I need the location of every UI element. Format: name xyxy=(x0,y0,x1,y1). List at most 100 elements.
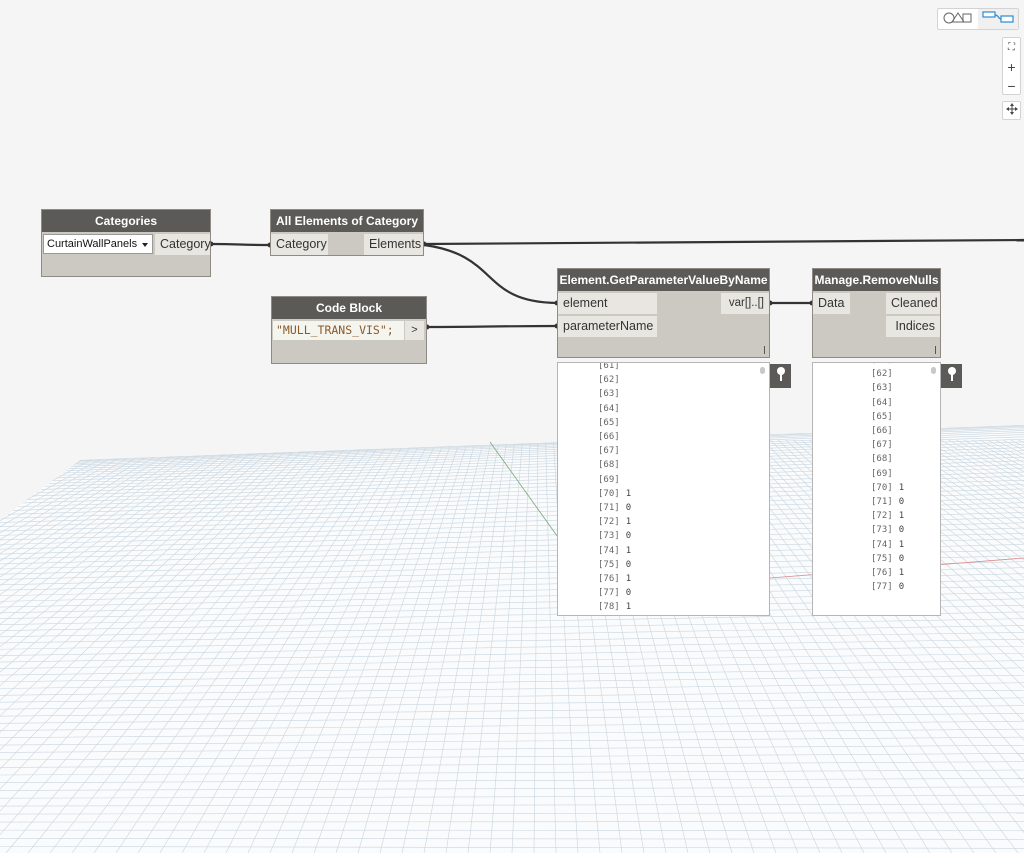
list-item: [73] 0 xyxy=(871,523,904,537)
list-item: [69] xyxy=(598,473,626,487)
output-port-elements[interactable]: Elements xyxy=(364,234,423,255)
lacing-indicator[interactable] xyxy=(764,346,765,354)
categories-node[interactable]: Categories CurtainWallPanels Category xyxy=(41,209,211,277)
chevron-down-icon xyxy=(142,243,148,247)
list-item: [69] xyxy=(871,467,899,481)
list-index: [70] xyxy=(598,488,620,499)
3d-background-preview-icon xyxy=(942,10,974,29)
list-item: [71] 0 xyxy=(598,501,631,515)
list-index: [77] xyxy=(598,588,620,599)
graph-view-icon xyxy=(981,10,1015,29)
dropdown-value: CurtainWallPanels xyxy=(47,238,138,250)
pan-button[interactable] xyxy=(1002,101,1021,120)
list-index: [62] xyxy=(598,375,620,386)
list-item: [70] 1 xyxy=(598,487,631,501)
output-port-cleaned[interactable]: Cleaned xyxy=(886,293,940,314)
graph-view-toggle[interactable] xyxy=(978,9,1018,29)
list-item: [73] 0 xyxy=(598,529,631,543)
code-block-node[interactable]: Code Block "MULL_TRANS_VIS"; > xyxy=(271,296,427,364)
node-title[interactable]: Element.GetParameterValueByName xyxy=(558,269,769,291)
list-index: [74] xyxy=(871,539,893,550)
list-value: 0 xyxy=(625,531,632,542)
zoom-to-fit-icon: ⛶ xyxy=(1008,41,1015,53)
list-item: [70] 1 xyxy=(871,481,904,495)
list-index: [69] xyxy=(598,474,620,485)
watch-preview-remove-nulls[interactable]: [61] [62] [63] [64] [65] [66] [67] [68] [69] [70]… xyxy=(812,362,941,616)
list-index: [61] xyxy=(598,362,620,371)
output-port-var[interactable]: var[]..[] xyxy=(721,293,769,314)
category-dropdown[interactable]: CurtainWallPanels xyxy=(43,234,153,254)
list-index: [67] xyxy=(871,440,893,451)
watch-preview-get-parameter[interactable]: [61] [62] [63] [64] [65] [66] [67] [68] [69] [70]… xyxy=(557,362,770,616)
list-index: [71] xyxy=(871,497,893,507)
list-item: [64] xyxy=(598,402,626,416)
list-item: [65] xyxy=(871,410,899,424)
zoom-to-fit-button[interactable]: ⛶ xyxy=(1003,38,1020,57)
list-value: 0 xyxy=(625,503,632,513)
list-item: [75] 0 xyxy=(871,552,904,566)
list-index: [72] xyxy=(871,511,893,522)
list-index: [77] xyxy=(871,582,893,593)
zoom-controls: ⛶ + − xyxy=(1002,37,1021,95)
list-value: 1 xyxy=(625,574,632,584)
list-index: [74] xyxy=(598,545,620,556)
list-item: [61] xyxy=(598,362,626,373)
output-port-category[interactable]: Category xyxy=(155,234,211,255)
list-item: [74] 1 xyxy=(871,538,904,552)
list-value: 0 xyxy=(898,497,905,507)
output-port-indices[interactable]: Indices xyxy=(886,316,940,337)
list-item: [77] 0 xyxy=(598,586,631,600)
node-title[interactable]: Categories xyxy=(42,210,210,232)
list-item: [68] xyxy=(598,458,626,472)
list-value: 0 xyxy=(898,553,905,564)
background-preview-toggle[interactable] xyxy=(938,9,978,29)
all-elements-of-category-node[interactable]: All Elements of Category Category Elemen… xyxy=(270,209,424,256)
preview-scrollbar[interactable] xyxy=(931,367,936,374)
pin-icon xyxy=(776,366,786,387)
list-index: [73] xyxy=(871,525,893,536)
list-value: 1 xyxy=(898,539,905,550)
code-editor[interactable]: "MULL_TRANS_VIS"; xyxy=(273,321,404,340)
list-value: 0 xyxy=(898,525,905,536)
list-index: [71] xyxy=(598,503,620,513)
list-item: [67] xyxy=(598,444,626,458)
list-item: [76] 1 xyxy=(598,572,631,586)
lacing-indicator[interactable] xyxy=(935,346,936,354)
pin-preview-button[interactable] xyxy=(941,364,962,388)
list-value: 0 xyxy=(625,559,632,570)
pin-preview-button[interactable] xyxy=(770,364,791,388)
list-index: [78] xyxy=(598,602,620,613)
preview-scrollbar[interactable] xyxy=(760,367,765,374)
view-mode-toggle xyxy=(937,8,1019,30)
list-value: 1 xyxy=(898,511,905,522)
get-parameter-value-node[interactable]: Element.GetParameterValueByName element … xyxy=(557,268,770,358)
zoom-in-button[interactable]: + xyxy=(1003,57,1020,76)
list-item: [78] 1 xyxy=(598,600,631,614)
list-index: [65] xyxy=(598,417,620,428)
list-index: [66] xyxy=(871,426,893,436)
node-title[interactable]: All Elements of Category xyxy=(271,210,423,232)
input-port-parameter-name[interactable]: parameterName xyxy=(558,316,657,337)
pan-icon xyxy=(1005,102,1018,120)
list-item: [64] xyxy=(871,396,899,410)
zoom-out-button[interactable]: − xyxy=(1003,76,1020,95)
list-item: [62] xyxy=(871,367,899,381)
list-item: [71] 0 xyxy=(871,495,904,509)
list-index: [63] xyxy=(598,389,620,400)
list-item: [66] xyxy=(871,424,899,438)
output-port-code[interactable]: > xyxy=(405,321,424,340)
list-index: [76] xyxy=(598,574,620,584)
input-port-element[interactable]: element xyxy=(558,293,657,314)
list-item: [62] xyxy=(598,373,626,387)
list-index: [63] xyxy=(871,383,893,394)
node-title[interactable]: Manage.RemoveNulls xyxy=(813,269,940,291)
list-value: 1 xyxy=(625,545,632,556)
remove-nulls-node[interactable]: Manage.RemoveNulls Data Cleaned Indices xyxy=(812,268,941,358)
list-value: 0 xyxy=(625,588,632,599)
input-port-data[interactable]: Data xyxy=(813,293,850,314)
list-index: [70] xyxy=(871,482,893,493)
list-index: [68] xyxy=(598,460,620,471)
node-title[interactable]: Code Block xyxy=(272,297,426,319)
list-index: [64] xyxy=(871,397,893,408)
input-port-category[interactable]: Category xyxy=(271,234,328,255)
